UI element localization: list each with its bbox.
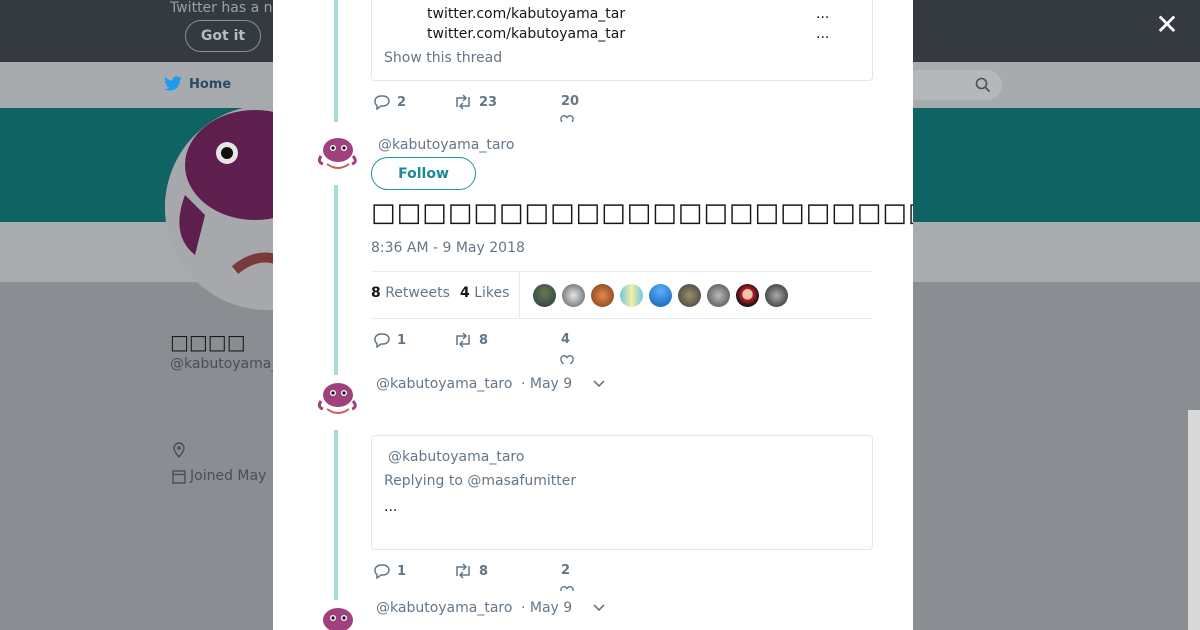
- liker-avatar[interactable]: [620, 284, 643, 307]
- quoted-text: ...: [384, 499, 398, 515]
- reply-button[interactable]: 2: [373, 94, 406, 110]
- heart-icon: [560, 114, 574, 122]
- bird-icon: [164, 76, 182, 91]
- avatar[interactable]: [313, 130, 361, 178]
- reply-icon: [374, 564, 390, 579]
- heart-icon: [560, 585, 574, 591]
- retweet-button[interactable]: 8: [453, 332, 488, 348]
- retweet-count: 8: [479, 563, 489, 579]
- like-count: 20: [561, 94, 580, 109]
- retweet-stat-count: 8: [371, 285, 381, 301]
- tweet-stats: 8 Retweets 4 Likes: [371, 271, 873, 319]
- heart-icon: [560, 354, 574, 364]
- page-scrollbar[interactable]: [1188, 410, 1200, 630]
- link-text[interactable]: twitter.com/kabutoyama_tar: [427, 6, 625, 22]
- tweet-timestamp[interactable]: 8:36 AM - 9 May 2018: [371, 240, 525, 256]
- thread-line: [334, 185, 338, 375]
- liker-avatar[interactable]: [707, 284, 730, 307]
- liker-avatar[interactable]: [562, 284, 585, 307]
- reply-icon: [374, 333, 390, 348]
- tweet-date[interactable]: · May 9: [521, 600, 572, 616]
- like-count: 2: [561, 563, 571, 578]
- link-ellipsis: ...: [816, 26, 830, 42]
- like-button[interactable]: 2: [561, 563, 570, 578]
- tweet-date[interactable]: · May 9: [521, 376, 572, 392]
- thread-line: [334, 0, 338, 122]
- like-count: 4: [561, 332, 571, 347]
- retweet-stat[interactable]: 8 Retweets: [371, 285, 450, 301]
- tweet-modal: twitter.com/kabutoyama_tar ... twitter.c…: [273, 0, 913, 630]
- like-button[interactable]: 20: [561, 94, 579, 109]
- search-icon: [975, 77, 991, 97]
- reply-count: 1: [397, 563, 407, 579]
- retweet-count: 8: [479, 332, 489, 348]
- liker-avatar[interactable]: [649, 284, 672, 307]
- thread-line: [334, 430, 338, 600]
- link-ellipsis: ...: [816, 6, 830, 22]
- retweet-button[interactable]: 23: [453, 94, 497, 110]
- location-icon: [172, 442, 186, 462]
- quoted-tweet-card[interactable]: twitter.com/kabutoyama_tar ... twitter.c…: [371, 0, 873, 81]
- joined-text: Joined May: [190, 468, 267, 484]
- quoted-tweet-card[interactable]: @kabutoyama_taro Replying to @masafumitt…: [371, 435, 873, 550]
- liker-avatar[interactable]: [765, 284, 788, 307]
- replying-to: Replying to @masafumitter: [384, 473, 577, 489]
- reply-count: 2: [397, 94, 407, 110]
- tweet-handle[interactable]: @kabutoyama_taro: [376, 600, 512, 616]
- avatar[interactable]: [313, 600, 361, 630]
- retweet-stat-label: Retweets: [385, 285, 450, 301]
- calendar-icon: [172, 470, 186, 484]
- show-thread-link[interactable]: Show this thread: [384, 50, 502, 66]
- like-stat[interactable]: 4 Likes: [460, 285, 509, 301]
- liker-avatar[interactable]: [533, 284, 556, 307]
- retweet-button[interactable]: 8: [453, 563, 488, 579]
- like-stat-label: Likes: [474, 285, 510, 301]
- retweet-icon: [456, 563, 470, 579]
- nav-home-label: Home: [189, 76, 232, 92]
- reply-count: 1: [397, 332, 407, 348]
- follow-button[interactable]: Follow: [371, 157, 476, 190]
- reply-icon: [374, 95, 390, 110]
- retweet-icon: [456, 332, 470, 348]
- retweet-count: 23: [479, 94, 498, 110]
- notice-text: Twitter has a n: [170, 0, 273, 16]
- avatar[interactable]: [313, 375, 361, 423]
- reply-button[interactable]: 1: [373, 563, 406, 579]
- quoted-handle: @kabutoyama_taro: [388, 449, 525, 465]
- nav-home[interactable]: Home: [163, 76, 231, 92]
- link-text[interactable]: twitter.com/kabutoyama_tar: [427, 26, 625, 42]
- tweet-text: □□□□□□□□□□□□□□□□□□□□□□□□□□□□□□□□□□□□□□□□…: [371, 198, 913, 228]
- like-button[interactable]: 4: [561, 332, 570, 347]
- liker-avatar[interactable]: [736, 284, 759, 307]
- like-stat-count: 4: [460, 285, 470, 301]
- tweet-handle[interactable]: @kabutoyama_taro: [378, 137, 514, 153]
- retweet-icon: [456, 94, 470, 110]
- chevron-down-icon[interactable]: [593, 378, 605, 392]
- chevron-down-icon[interactable]: [593, 602, 605, 616]
- profile-name: □□□□: [170, 330, 246, 354]
- tweet-handle[interactable]: @kabutoyama_taro: [376, 376, 512, 392]
- liker-avatar[interactable]: [591, 284, 614, 307]
- joined-date: Joined May: [172, 468, 266, 484]
- profile-handle: @kabutoyama_: [170, 356, 279, 372]
- got-it-button[interactable]: Got it: [185, 20, 261, 52]
- stats-divider: [519, 272, 520, 318]
- liker-avatar[interactable]: [678, 284, 701, 307]
- reply-button[interactable]: 1: [373, 332, 406, 348]
- close-icon[interactable]: ✕: [1152, 10, 1182, 40]
